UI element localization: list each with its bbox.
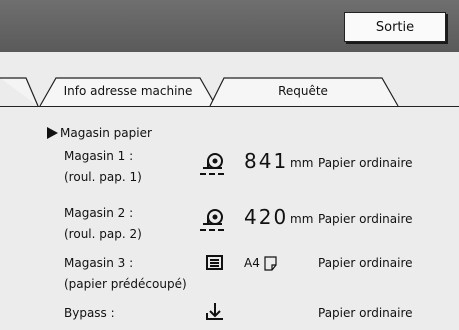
paper-tray-panel: Magasin papier Magasin 1 : (roul. pap. 1… [0,106,459,330]
tray-3-sub: (papier prédécoupé) [64,277,187,291]
tab-previous[interactable] [0,77,40,107]
tab-info-adresse-machine[interactable]: Info adresse machine [36,77,220,107]
bypass-tray-icon [206,303,223,320]
bypass-name: Bypass : [64,306,115,320]
tab-previous-shape [0,77,39,107]
tab-info-label: Info adresse machine [63,84,193,98]
tray-2-size-value: 420 [244,205,289,229]
tab-requete[interactable]: Requête [206,77,400,107]
roll-paper-icon [200,153,224,175]
tray-1-sub: (roul. pap. 1) [64,170,142,184]
tray-1-name: Magasin 1 : [64,149,134,163]
exit-button[interactable]: Sortie [344,12,446,42]
tray-2-paper-type: Papier ordinaire [318,212,413,226]
bypass-paper-type: Papier ordinaire [318,306,413,320]
tab-requete-label: Requête [278,84,328,98]
tray-1-size-value: 841 [244,149,289,173]
tray-1-size-unit: mm [290,156,314,170]
tray-3-name: Magasin 3 : [64,256,134,270]
paper-stack-icon [206,255,223,270]
tab-bar: Info adresse machine Requête [0,52,459,107]
portrait-orientation-icon [264,256,277,271]
tray-1-paper-type: Papier ordinaire [318,156,413,170]
title-bar: Sortie [0,0,459,52]
tray-2-name: Magasin 2 : [64,206,134,220]
tray-3-paper-type: Papier ordinaire [318,256,413,270]
section-title: Magasin papier [60,126,152,140]
tray-2-size-unit: mm [290,212,314,226]
tray-2-sub: (roul. pap. 2) [64,227,142,241]
tray-3-size-value: A4 [244,256,260,270]
section-arrow-icon [47,127,58,139]
roll-paper-icon [200,209,224,231]
